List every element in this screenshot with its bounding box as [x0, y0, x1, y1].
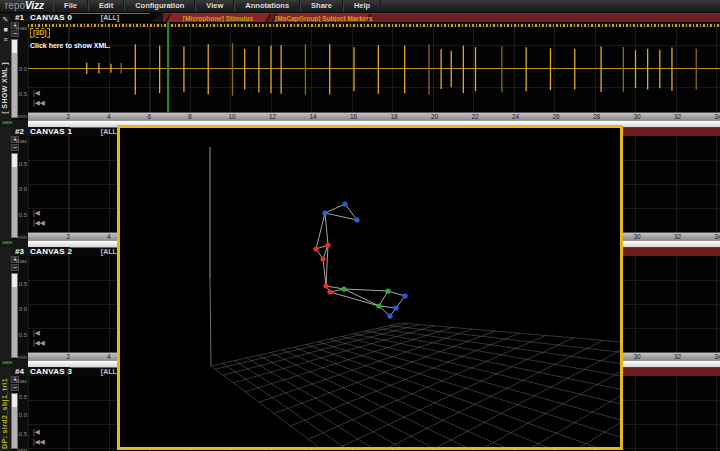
skeleton-joint — [341, 286, 346, 291]
menu-annotations[interactable]: Annotations — [234, 0, 300, 12]
canvas0-title: CANVAS 0 — [30, 13, 72, 22]
canvas0-header: [ALL] [Microphone] Stimulus [MoCapGroup]… — [0, 13, 720, 22]
y-axis-label: -0.5 — [17, 91, 27, 98]
show-xml-vertical-label[interactable]: [ SHOW XML ] — [1, 62, 8, 114]
y-axis-label: max — [16, 258, 27, 265]
skeleton-joint — [385, 288, 390, 293]
menu-edit[interactable]: Edit — [88, 0, 124, 12]
canvas2-axis-gutter: + − max0.50.0-0.5min — [11, 256, 28, 360]
audio-waveform — [28, 27, 720, 112]
canvas0-side-strip: ✎■≡ [ SHOW XML ] — [0, 13, 11, 120]
skeleton-joint — [322, 210, 327, 215]
y-axis-label: max — [16, 138, 27, 145]
link-canvases-icon[interactable]: ∞∞ — [0, 120, 28, 127]
skeleton-joint — [354, 217, 359, 222]
y-axis-label: 0.5 — [19, 161, 27, 168]
skeleton-joint — [325, 242, 330, 247]
y-axis-label: max — [16, 378, 27, 385]
skeleton-joint — [323, 283, 328, 288]
skeleton-joint — [313, 246, 318, 251]
skeleton-joint — [342, 201, 347, 206]
canvas-row-0: [ALL] [Microphone] Stimulus [MoCapGroup]… — [0, 13, 720, 127]
y-axis-label: max — [16, 25, 27, 32]
y-axis-label: min — [17, 234, 27, 241]
y-axis-label: 0.0 — [19, 306, 27, 313]
canvas0-side-icons[interactable]: ✎■≡ — [0, 15, 11, 45]
skip-controls[interactable]: |◀|◀◀ — [33, 427, 45, 447]
skeleton-joint — [376, 303, 381, 308]
y-zoom-slider[interactable] — [11, 39, 18, 118]
y-axis-label: 0.0 — [19, 412, 27, 419]
y-axis-label: -0.5 — [17, 332, 27, 339]
y-axis-label: 0.5 — [19, 281, 27, 288]
link-canvases-icon[interactable]: ∞∞ — [0, 240, 28, 247]
canvas1-side-strip — [0, 127, 11, 240]
node-xml-button[interactable]: [3D] — [30, 28, 50, 38]
y-axis-label: min — [17, 113, 27, 120]
canvas2-side-strip — [0, 247, 11, 360]
xml-hint-text: Click here to show XML. — [30, 42, 111, 49]
menu-share[interactable]: Share — [300, 0, 343, 12]
canvas0-tab-all[interactable]: [ALL] — [70, 13, 150, 22]
y-zoom-slider[interactable] — [11, 273, 18, 358]
skip-back-icon: |◀ — [33, 88, 45, 98]
y-zoom-slider[interactable] — [11, 393, 18, 449]
y-axis-label: 0.0 — [19, 66, 27, 73]
y-axis-label: -0.5 — [17, 431, 27, 438]
canvas0-annotation-bar: [Microphone] Stimulus [MoCapGroup] Subje… — [163, 13, 720, 22]
y-axis-label: min — [17, 354, 27, 361]
playhead-cursor[interactable] — [167, 22, 169, 112]
canvas0-index: #1 — [15, 13, 24, 22]
y-axis-label: 0.5 — [19, 394, 27, 401]
y-axis-label: -0.5 — [17, 212, 27, 219]
menu-file[interactable]: File — [53, 0, 88, 12]
datapack-vertical-label: DP: sird2_sbj1_trl1 — [1, 378, 8, 449]
skip-start-icon: |◀◀ — [33, 98, 45, 108]
app-logo: repoVizz — [5, 0, 44, 12]
skeleton-joint — [402, 293, 407, 298]
skeleton-joint — [320, 256, 325, 261]
canvas0-plot[interactable]: [3D] Click here to show XML. |◀ |◀◀ — [28, 27, 720, 112]
tab-slant — [150, 13, 163, 22]
link-canvases-icon[interactable]: ∞∞ — [0, 360, 28, 367]
3d-viewer-panel[interactable] — [117, 125, 623, 450]
zoom-out-button[interactable]: − — [11, 384, 19, 391]
skip-controls[interactable]: |◀|◀◀ — [33, 328, 45, 348]
skeleton-joint — [327, 289, 332, 294]
canvas3-side-strip: DP: sird2_sbj1_trl1 — [0, 367, 11, 451]
menu-help[interactable]: Help — [343, 0, 381, 12]
menu-configuration[interactable]: Configuration — [124, 0, 195, 12]
skeleton-joint — [387, 313, 392, 318]
skeleton-joint — [393, 305, 398, 310]
menu-view[interactable]: View — [195, 0, 234, 12]
y-axis-label: 0.0 — [19, 186, 27, 193]
y-zoom-slider[interactable] — [11, 153, 18, 238]
skip-controls[interactable]: |◀|◀◀ — [33, 208, 45, 228]
canvas0-timeline[interactable]: ■▮▮ 246810121416182022242628303234 — [0, 112, 720, 120]
mocap-skeleton-view — [120, 128, 620, 447]
canvas1-axis-gutter: + − max0.50.0-0.5min — [11, 136, 28, 240]
canvas0-axis-gutter: + − max0.0-0.5min — [11, 22, 28, 120]
y-axis-label: min — [17, 447, 27, 451]
skip-controls[interactable]: |◀ |◀◀ — [33, 88, 45, 108]
menubar: repoVizz File Edit Configuration View An… — [0, 0, 720, 13]
canvas3-axis-gutter: + − max0.50.0-0.5min — [11, 376, 28, 451]
repovizz-app: repoVizz File Edit Configuration View An… — [0, 0, 720, 451]
